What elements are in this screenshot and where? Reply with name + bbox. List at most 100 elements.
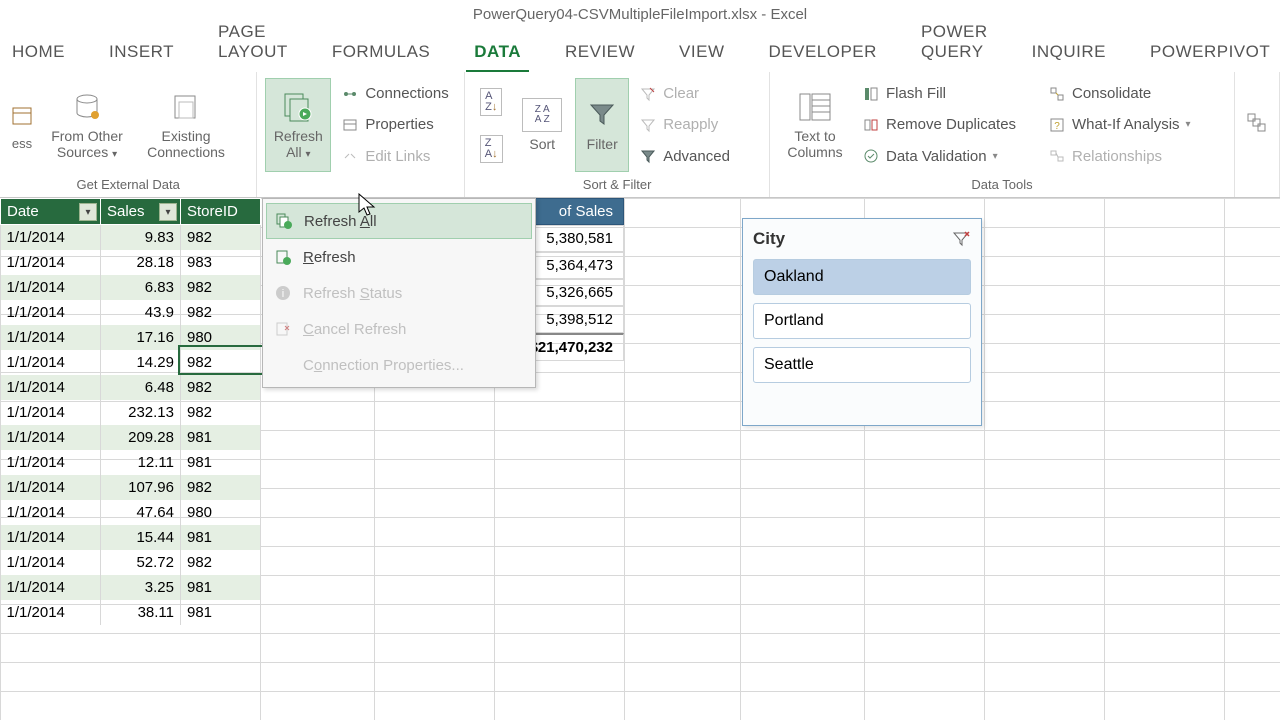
table-row[interactable]: 1/1/201428.18983 bbox=[1, 250, 261, 275]
cell-date[interactable]: 1/1/2014 bbox=[1, 325, 101, 350]
cell-date[interactable]: 1/1/2014 bbox=[1, 475, 101, 500]
col-date[interactable]: Date▾ bbox=[1, 199, 101, 225]
cell-storeid[interactable]: 983 bbox=[181, 250, 261, 275]
cell-date[interactable]: 1/1/2014 bbox=[1, 250, 101, 275]
remove-duplicates-button[interactable]: Remove Duplicates bbox=[858, 110, 1038, 140]
table-row[interactable]: 1/1/2014107.96982 bbox=[1, 475, 261, 500]
clear-button[interactable]: Clear bbox=[635, 79, 734, 109]
cell-storeid[interactable]: 980 bbox=[181, 325, 261, 350]
cell-sales[interactable]: 232.13 bbox=[101, 400, 181, 425]
text-to-columns-button[interactable]: Text to Columns bbox=[778, 78, 852, 172]
table-row[interactable]: 1/1/201417.16980 bbox=[1, 325, 261, 350]
slicer-item-oakland[interactable]: Oakland bbox=[753, 259, 971, 295]
cell-sales[interactable]: 14.29 bbox=[101, 350, 181, 375]
tab-page-layout[interactable]: PAGE LAYOUT bbox=[210, 14, 296, 72]
filter-dropdown-icon[interactable]: ▾ bbox=[79, 203, 97, 221]
cell-sales[interactable]: 12.11 bbox=[101, 450, 181, 475]
cell-storeid[interactable]: 982 bbox=[181, 375, 261, 400]
cell-storeid[interactable]: 982 bbox=[181, 275, 261, 300]
col-sales[interactable]: Sales▾ bbox=[101, 199, 181, 225]
table-row[interactable]: 1/1/2014232.13982 bbox=[1, 400, 261, 425]
cell-sales[interactable]: 107.96 bbox=[101, 475, 181, 500]
menu-refresh[interactable]: Refresh bbox=[263, 239, 535, 275]
advanced-button[interactable]: Advanced bbox=[635, 141, 734, 171]
table-row[interactable]: 1/1/201412.11981 bbox=[1, 450, 261, 475]
group-button[interactable] bbox=[1243, 78, 1271, 172]
table-row[interactable]: 1/1/2014209.28981 bbox=[1, 425, 261, 450]
cell-sales[interactable]: 3.25 bbox=[101, 575, 181, 600]
tab-home[interactable]: HOME bbox=[4, 34, 73, 72]
cell-sales[interactable]: 9.83 bbox=[101, 225, 181, 251]
cell-storeid[interactable]: 981 bbox=[181, 525, 261, 550]
existing-connections-button[interactable]: Existing Connections bbox=[138, 78, 234, 172]
cell-sales[interactable]: 209.28 bbox=[101, 425, 181, 450]
city-slicer[interactable]: City Oakland Portland Seattle bbox=[742, 218, 982, 426]
data-validation-button[interactable]: Data Validation ▾ bbox=[858, 141, 1038, 171]
cell-date[interactable]: 1/1/2014 bbox=[1, 500, 101, 525]
cell-storeid[interactable]: 982 bbox=[181, 400, 261, 425]
cell-sales[interactable]: 47.64 bbox=[101, 500, 181, 525]
tab-review[interactable]: REVIEW bbox=[557, 34, 643, 72]
table-body[interactable]: 1/1/20149.839821/1/201428.189831/1/20146… bbox=[1, 225, 261, 626]
cell-storeid[interactable]: 982 bbox=[181, 225, 261, 251]
what-if-button[interactable]: ? What-If Analysis ▾ bbox=[1044, 110, 1224, 140]
cell-storeid[interactable]: 981 bbox=[181, 600, 261, 625]
cell-storeid[interactable]: 982 bbox=[181, 300, 261, 325]
cell-storeid[interactable]: 981 bbox=[181, 450, 261, 475]
from-access-button[interactable]: ess bbox=[8, 78, 36, 172]
flash-fill-button[interactable]: Flash Fill bbox=[858, 79, 1038, 109]
cell-date[interactable]: 1/1/2014 bbox=[1, 600, 101, 625]
refresh-all-button[interactable]: Refresh All ▾ bbox=[265, 78, 331, 172]
cell-date[interactable]: 1/1/2014 bbox=[1, 450, 101, 475]
tab-data[interactable]: DATA bbox=[466, 34, 529, 72]
cell-storeid[interactable]: 982 bbox=[181, 350, 261, 375]
filter-dropdown-icon[interactable]: ▾ bbox=[159, 203, 177, 221]
relationships-button[interactable]: Relationships bbox=[1044, 141, 1224, 171]
connections-button[interactable]: Connections bbox=[337, 79, 452, 109]
table-row[interactable]: 1/1/201452.72982 bbox=[1, 550, 261, 575]
cell-sales[interactable]: 15.44 bbox=[101, 525, 181, 550]
worksheet[interactable]: Date▾ Sales▾ StoreID 1/1/20149.839821/1/… bbox=[0, 198, 1280, 720]
table-row[interactable]: 1/1/201443.9982 bbox=[1, 300, 261, 325]
slicer-clear-button[interactable] bbox=[951, 229, 971, 249]
cell-date[interactable]: 1/1/2014 bbox=[1, 275, 101, 300]
cell-date[interactable]: 1/1/2014 bbox=[1, 350, 101, 375]
sort-az-button[interactable]: AZ↓ bbox=[480, 88, 502, 116]
reapply-button[interactable]: Reapply bbox=[635, 110, 734, 140]
consolidate-button[interactable]: Consolidate bbox=[1044, 79, 1224, 109]
cell-date[interactable]: 1/1/2014 bbox=[1, 550, 101, 575]
cell-date[interactable]: 1/1/2014 bbox=[1, 425, 101, 450]
cell-date[interactable]: 1/1/2014 bbox=[1, 225, 101, 251]
table-row[interactable]: 1/1/20146.48982 bbox=[1, 375, 261, 400]
tab-powerpivot[interactable]: POWERPIVOT bbox=[1142, 34, 1278, 72]
table-row[interactable]: 1/1/201415.44981 bbox=[1, 525, 261, 550]
tab-inquire[interactable]: INQUIRE bbox=[1024, 34, 1114, 72]
cell-sales[interactable]: 52.72 bbox=[101, 550, 181, 575]
table-row[interactable]: 1/1/20146.83982 bbox=[1, 275, 261, 300]
data-table[interactable]: Date▾ Sales▾ StoreID 1/1/20149.839821/1/… bbox=[0, 198, 261, 625]
edit-links-button[interactable]: Edit Links bbox=[337, 141, 452, 171]
cell-sales[interactable]: 6.83 bbox=[101, 275, 181, 300]
table-row[interactable]: 1/1/20149.83982 bbox=[1, 225, 261, 251]
slicer-item-seattle[interactable]: Seattle bbox=[753, 347, 971, 383]
cell-date[interactable]: 1/1/2014 bbox=[1, 525, 101, 550]
cell-storeid[interactable]: 981 bbox=[181, 575, 261, 600]
cell-date[interactable]: 1/1/2014 bbox=[1, 300, 101, 325]
table-row[interactable]: 1/1/201447.64980 bbox=[1, 500, 261, 525]
col-storeid[interactable]: StoreID bbox=[181, 199, 261, 225]
table-row[interactable]: 1/1/20143.25981 bbox=[1, 575, 261, 600]
table-row[interactable]: 1/1/201438.11981 bbox=[1, 600, 261, 625]
cell-sales[interactable]: 6.48 bbox=[101, 375, 181, 400]
tab-developer[interactable]: DEVELOPER bbox=[761, 34, 885, 72]
cell-storeid[interactable]: 980 bbox=[181, 500, 261, 525]
tab-view[interactable]: VIEW bbox=[671, 34, 732, 72]
sort-button[interactable]: Z AA Z Sort bbox=[515, 78, 569, 172]
tab-power-query[interactable]: POWER QUERY bbox=[913, 14, 996, 72]
cell-date[interactable]: 1/1/2014 bbox=[1, 375, 101, 400]
cell-sales[interactable]: 17.16 bbox=[101, 325, 181, 350]
menu-refresh-all[interactable]: Refresh All bbox=[266, 203, 532, 239]
cell-storeid[interactable]: 982 bbox=[181, 550, 261, 575]
slicer-item-portland[interactable]: Portland bbox=[753, 303, 971, 339]
cell-sales[interactable]: 28.18 bbox=[101, 250, 181, 275]
from-other-sources-button[interactable]: From Other Sources ▾ bbox=[42, 78, 132, 172]
